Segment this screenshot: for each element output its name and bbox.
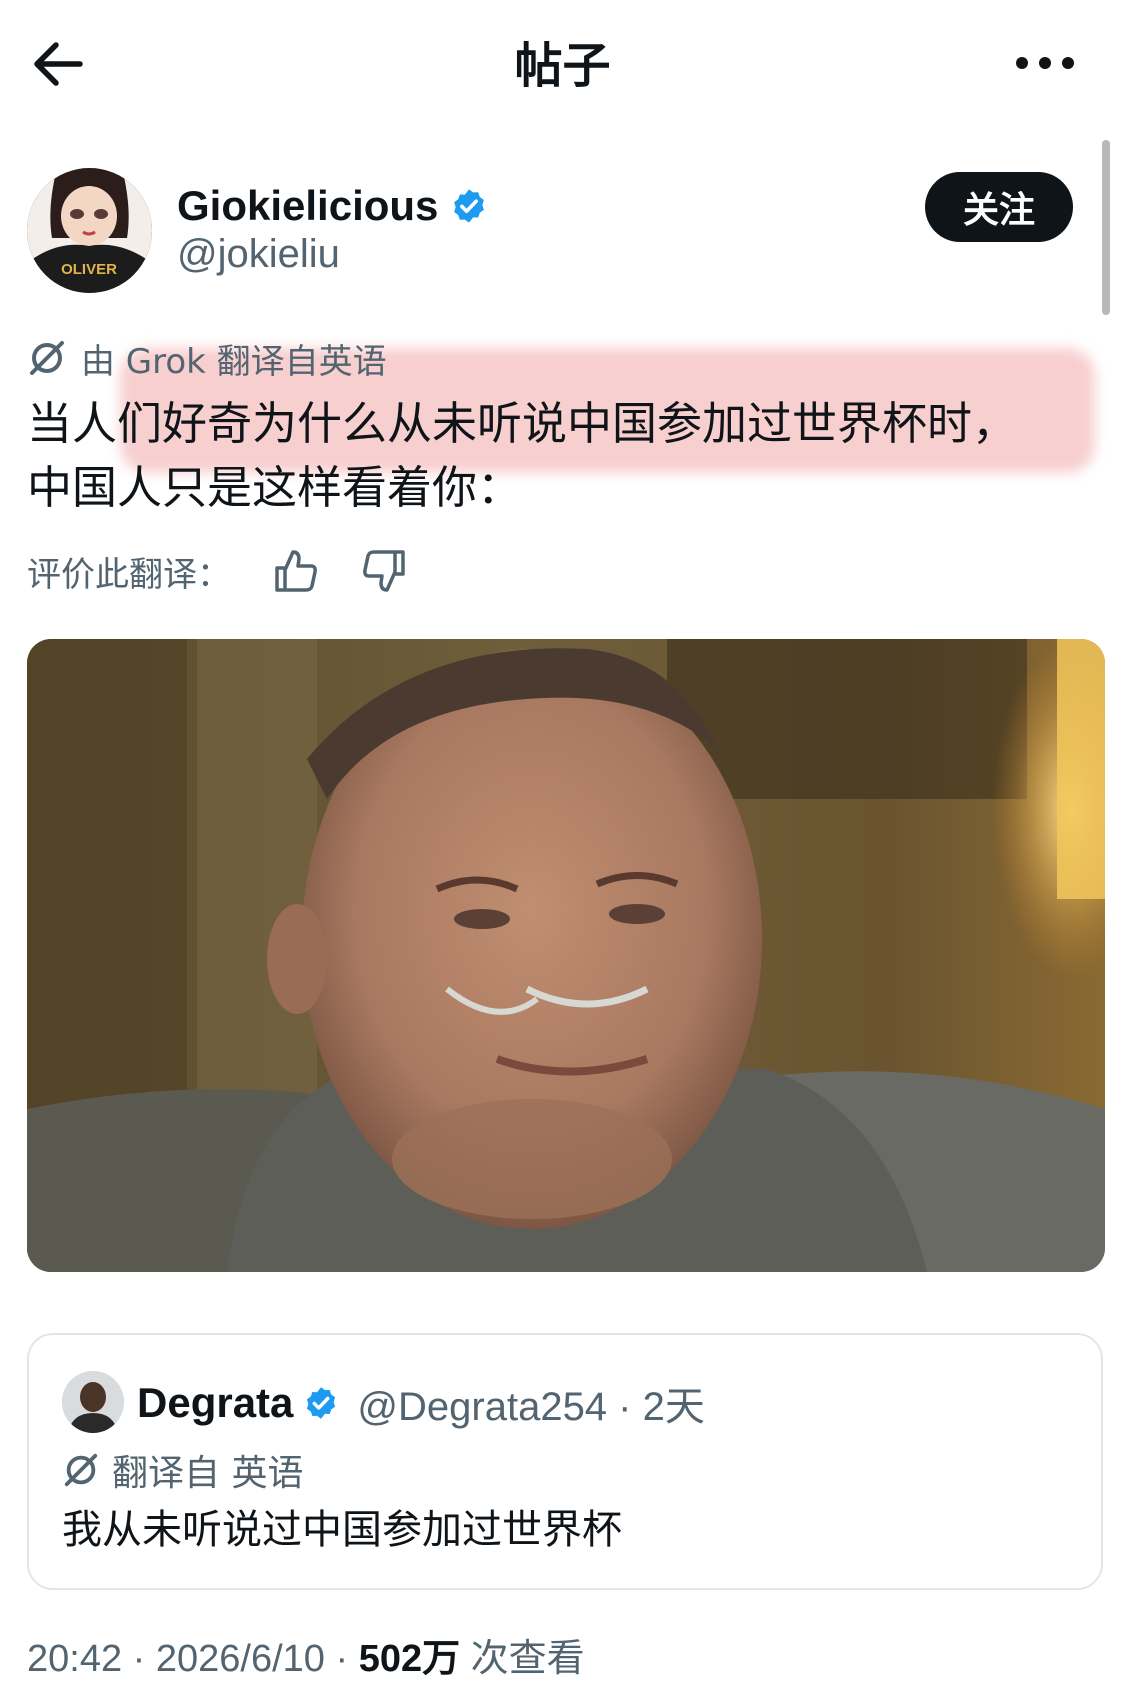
quote-translation-label: 翻译自 英语 bbox=[112, 1453, 304, 1494]
author-name-row[interactable]: Giokielicious bbox=[177, 178, 488, 234]
translation-notice: 由 Grok 翻译自英语 bbox=[27, 333, 387, 383]
quote-handle-time: @Degrata254 · 2天 bbox=[357, 1385, 705, 1429]
post-meta: 20:42 · 2026/6/10 · 502万 次查看 bbox=[27, 1627, 585, 1682]
quote-author-row[interactable]: Degrata @Degrata254 · 2天 bbox=[137, 1372, 705, 1434]
scrollbar[interactable] bbox=[1102, 140, 1110, 315]
grok-icon bbox=[30, 341, 64, 375]
view-count: 502万 bbox=[358, 1638, 461, 1680]
rate-translation-label: 评价此翻译： bbox=[27, 554, 231, 595]
follow-button[interactable]: 关注 bbox=[925, 172, 1073, 242]
quote-translation-notice: 翻译自 英语 bbox=[62, 1443, 303, 1497]
quote-avatar[interactable] bbox=[62, 1371, 124, 1433]
post-image[interactable] bbox=[27, 639, 1105, 1272]
thumbs-down-icon[interactable] bbox=[359, 546, 409, 596]
post-text-line: 中国人只是这样看着你： bbox=[27, 461, 523, 514]
page-title: 帖子 bbox=[514, 38, 611, 94]
author-handle: @jokieliu bbox=[177, 232, 340, 276]
quote-author-name[interactable]: Degrata bbox=[137, 1379, 293, 1427]
rate-translation: 评价此翻译： bbox=[27, 543, 447, 599]
thumbs-up-icon[interactable] bbox=[271, 546, 321, 596]
verified-badge-icon bbox=[454, 189, 485, 223]
more-icon[interactable] bbox=[1010, 48, 1080, 78]
view-label: 次查看 bbox=[460, 1638, 585, 1680]
post-text: 当人们好奇为什么从未听说中国参加过世界杯时， 中国人只是这样看着你： bbox=[27, 392, 1087, 520]
quote-text: 我从未听说过中国参加过世界杯 bbox=[62, 1507, 622, 1553]
grok-icon bbox=[64, 1453, 98, 1487]
post-time-date: 20:42 · 2026/6/10 · bbox=[27, 1638, 359, 1680]
svg-text:OLIVER: OLIVER bbox=[61, 261, 117, 278]
translation-notice-text: 由 Grok 翻译自英语 bbox=[81, 341, 387, 382]
post-text-line: 当人们好奇为什么从未听说中国参加过世界杯时， bbox=[27, 397, 1018, 450]
avatar[interactable]: OLIVER bbox=[27, 168, 152, 293]
verified-badge-icon bbox=[307, 1387, 336, 1419]
author-name[interactable]: Giokielicious bbox=[177, 182, 438, 230]
